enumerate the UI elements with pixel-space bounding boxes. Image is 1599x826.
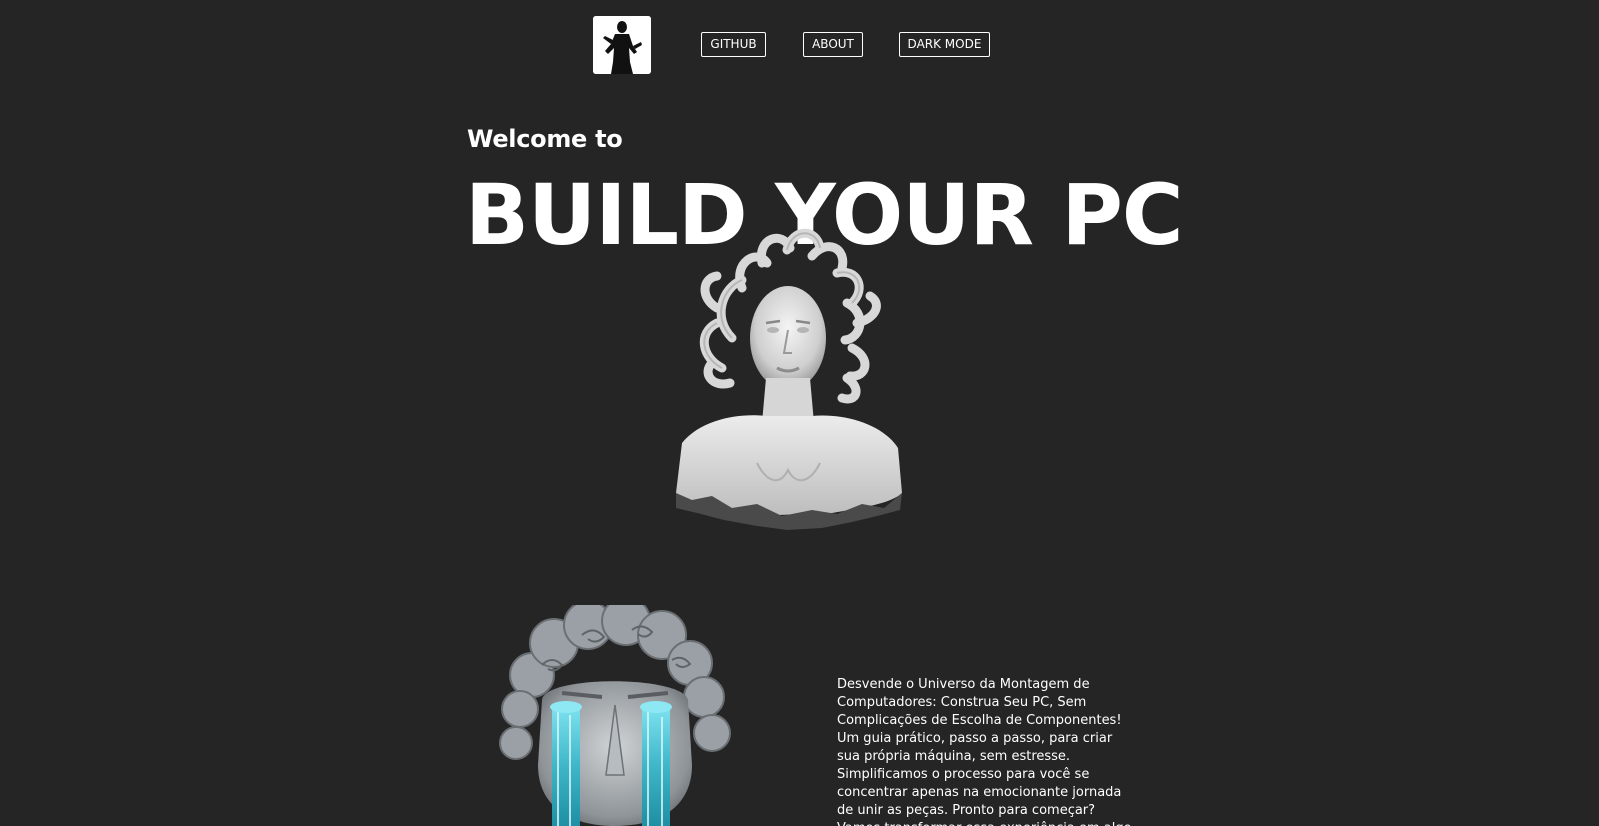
page: GITHUB ABOUT DARK MODE Welcome to BUILD … [0,0,1599,826]
logo-link[interactable] [593,16,651,74]
person-silhouette-logo-icon [593,16,651,74]
david-bust-blue-tears-icon [499,605,731,826]
david-bust-image [492,605,738,826]
github-button[interactable]: GITHUB [701,32,766,57]
intro-description: Desvende o Universo da Montagem de Compu… [837,677,1132,826]
medusa-marble-bust-icon [676,228,902,530]
dark-mode-button[interactable]: DARK MODE [899,32,990,57]
about-button[interactable]: ABOUT [803,32,863,57]
medusa-bust-image [662,218,916,532]
welcome-subtitle: Welcome to [467,125,623,153]
